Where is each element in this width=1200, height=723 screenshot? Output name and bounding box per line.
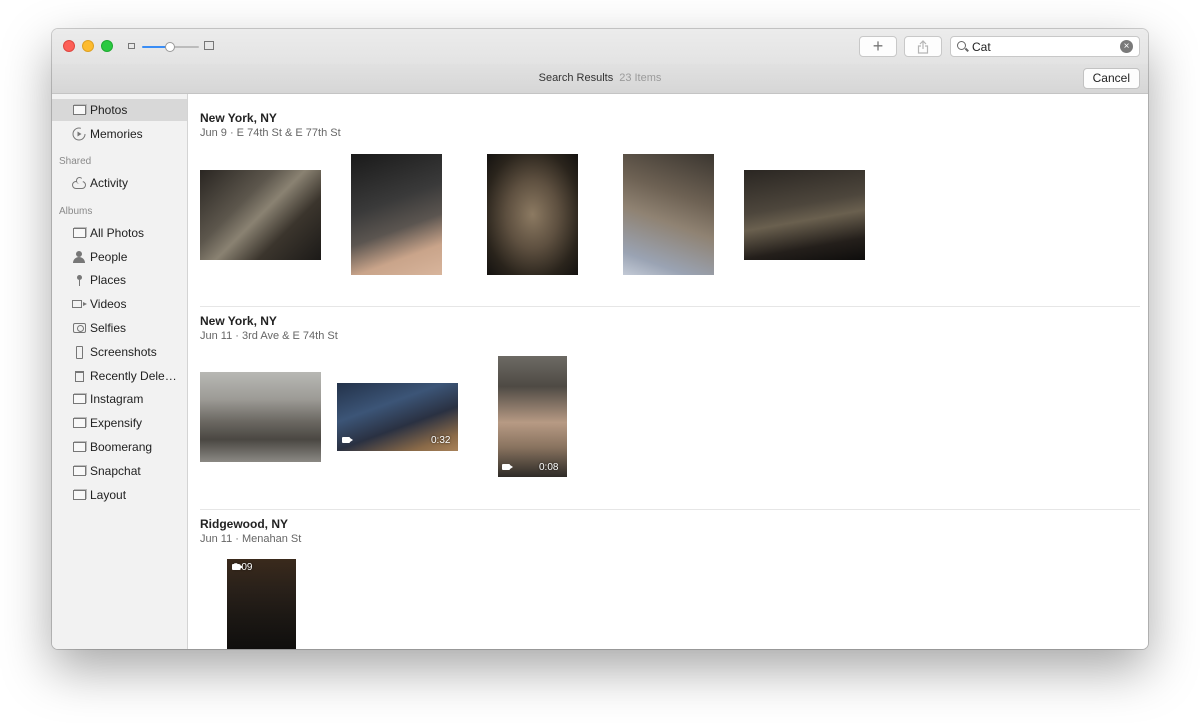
sidebar-item-snapchat[interactable]: Snapchat [52, 460, 187, 482]
share-button[interactable] [904, 36, 942, 57]
section-subtitle: Jun 11 · Menahan St [200, 533, 302, 545]
photo-thumbnail[interactable] [200, 170, 321, 260]
photo-thumbnail[interactable] [351, 154, 442, 275]
results-count: 23 Items [619, 72, 662, 84]
large-thumbnail-icon [204, 41, 214, 50]
sidebar-item-layout[interactable]: Layout [52, 484, 187, 506]
search-input[interactable] [972, 39, 1112, 54]
album-icon [72, 394, 86, 404]
sidebar-item-activity[interactable]: Activity [52, 172, 187, 194]
album-icon [72, 490, 86, 500]
photo-thumbnail[interactable] [487, 154, 578, 275]
person-icon [73, 251, 85, 263]
memories-icon [72, 127, 86, 141]
album-icon [72, 466, 86, 476]
video-duration: 0:08 [539, 462, 559, 473]
album-icon [72, 418, 86, 428]
sidebar-item-places[interactable]: Places [52, 269, 187, 291]
photo-thumbnail[interactable] [623, 154, 714, 275]
small-thumbnail-icon [128, 43, 135, 49]
photo-thumbnail[interactable] [200, 372, 321, 462]
add-button[interactable]: + [859, 36, 897, 57]
section-subtitle: Jun 11 · 3rd Ave & E 74th St [200, 330, 338, 342]
cloud-icon [72, 177, 86, 189]
sidebar-item-people[interactable]: People [52, 246, 187, 268]
section-title: Ridgewood, NY [200, 517, 288, 531]
sidebar-section-shared: Shared [59, 156, 92, 167]
video-thumbnail[interactable]: 0:08 [498, 356, 567, 477]
sidebar-item-selfies[interactable]: Selfies [52, 317, 187, 339]
section-subtitle: Jun 9 · E 74th St & E 77th St [200, 127, 341, 139]
sidebar-item-recently-deleted[interactable]: Recently Dele… [52, 365, 187, 387]
slider-knob[interactable] [165, 42, 175, 52]
video-icon [72, 300, 87, 308]
section-title: New York, NY [200, 111, 277, 125]
sidebar: Photos Memories Shared Activity Albums A… [52, 94, 188, 649]
share-icon [917, 39, 929, 54]
sidebar-item-photos[interactable]: Photos [52, 99, 187, 121]
sidebar-item-screenshots[interactable]: Screenshots [52, 341, 187, 363]
section-title: New York, NY [200, 314, 277, 328]
pin-icon [76, 274, 82, 286]
section-divider [200, 509, 1140, 510]
search-field[interactable]: × [950, 36, 1140, 57]
search-results-title: Search Results 23 Items [52, 72, 1148, 84]
video-camera-icon [342, 437, 353, 443]
video-camera-icon [502, 464, 513, 470]
sidebar-item-instagram[interactable]: Instagram [52, 388, 187, 410]
phone-icon [75, 345, 83, 359]
sidebar-item-videos[interactable]: Videos [52, 293, 187, 315]
trash-icon [74, 370, 84, 382]
album-icon [72, 442, 86, 452]
search-results-header: Search Results 23 Items Cancel [52, 64, 1148, 94]
thumbnail-size-slider[interactable] [142, 42, 199, 52]
sidebar-item-expensify[interactable]: Expensify [52, 412, 187, 434]
photo-thumbnail[interactable] [744, 170, 865, 260]
title-bar: + × [52, 29, 1148, 64]
search-icon [957, 41, 966, 50]
photo-grid: New York, NY Jun 9 · E 74th St & E 77th … [188, 94, 1148, 649]
plus-icon: + [872, 36, 884, 56]
zoom-window-button[interactable] [101, 40, 113, 52]
video-thumbnail[interactable]: 0:32 [337, 383, 458, 451]
sidebar-item-memories[interactable]: Memories [52, 123, 187, 145]
results-title: Search Results [538, 72, 614, 84]
photos-window: + × Search Results 23 Items Cancel Photos [52, 29, 1148, 649]
sidebar-item-boomerang[interactable]: Boomerang [52, 436, 187, 458]
video-camera-icon [232, 564, 243, 570]
sidebar-section-albums: Albums [59, 206, 93, 217]
sidebar-item-all-photos[interactable]: All Photos [52, 222, 187, 244]
clear-search-icon[interactable]: × [1120, 40, 1133, 53]
cancel-button[interactable]: Cancel [1082, 68, 1140, 89]
album-icon [72, 228, 86, 238]
section-divider [200, 306, 1140, 307]
video-duration: 0:32 [431, 435, 451, 446]
minimize-window-button[interactable] [82, 40, 94, 52]
album-icon [72, 105, 86, 115]
camera-icon [72, 323, 86, 333]
video-thumbnail[interactable]: 0:09 [227, 559, 296, 649]
close-window-button[interactable] [63, 40, 75, 52]
